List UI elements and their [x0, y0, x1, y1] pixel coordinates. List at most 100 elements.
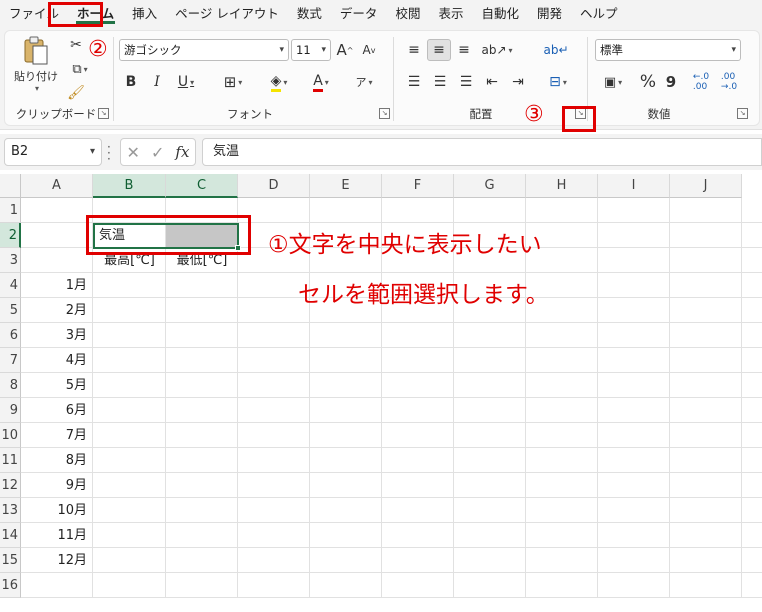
- orientation-button[interactable]: ab↗ ▾: [481, 39, 513, 61]
- percent-button[interactable]: %: [637, 71, 659, 93]
- format-painter-button[interactable]: 🖌: [65, 83, 87, 103]
- cut-button[interactable]: ✂: [65, 35, 87, 55]
- row-header-8[interactable]: 8: [0, 373, 21, 398]
- font-color-button[interactable]: A ▾: [305, 71, 337, 93]
- cancel-icon[interactable]: ✕: [127, 143, 140, 162]
- increase-indent-button[interactable]: ⇥: [507, 71, 529, 93]
- insert-function-icon[interactable]: fx: [175, 143, 189, 161]
- bold-button[interactable]: B: [121, 71, 141, 93]
- row-header-15[interactable]: 15: [0, 548, 21, 573]
- row-header-4[interactable]: 4: [0, 273, 21, 298]
- merge-center-button[interactable]: ⊟ ▾: [541, 71, 575, 93]
- cell-a14[interactable]: 11月: [21, 523, 93, 548]
- row-header-12[interactable]: 12: [0, 473, 21, 498]
- cell-a9[interactable]: 6月: [21, 398, 93, 423]
- number-dialog-launcher[interactable]: ↘: [737, 108, 748, 119]
- row-header-3[interactable]: 3: [0, 248, 21, 273]
- group-separator: [113, 37, 114, 121]
- cell-a12[interactable]: 9月: [21, 473, 93, 498]
- menu-view[interactable]: 表示: [429, 0, 472, 28]
- cell-a10[interactable]: 7月: [21, 423, 93, 448]
- decrease-indent-button[interactable]: ⇤: [481, 71, 503, 93]
- column-header-b[interactable]: B: [93, 174, 166, 198]
- align-bottom-button[interactable]: ≡: [453, 39, 475, 61]
- font-size-value: 11: [296, 43, 311, 57]
- column-header-c[interactable]: C: [166, 174, 238, 198]
- menu-formulas[interactable]: 数式: [288, 0, 331, 28]
- grid-row-line: [21, 397, 762, 398]
- underline-button[interactable]: U ▾: [171, 71, 201, 93]
- align-center-button[interactable]: ☰: [429, 71, 451, 93]
- comma-style-button[interactable]: 9: [661, 71, 681, 93]
- decrease-decimal-button[interactable]: .00 →.0: [717, 71, 741, 93]
- row-header-9[interactable]: 9: [0, 398, 21, 423]
- cell-a6[interactable]: 3月: [21, 323, 93, 348]
- column-header-f[interactable]: F: [382, 174, 454, 198]
- column-header-j[interactable]: J: [670, 174, 742, 198]
- column-header-i[interactable]: I: [598, 174, 670, 198]
- row-header-11[interactable]: 11: [0, 448, 21, 473]
- cell-a15[interactable]: 12月: [21, 548, 93, 573]
- row-header-14[interactable]: 14: [0, 523, 21, 548]
- row-header-10[interactable]: 10: [0, 423, 21, 448]
- chevron-down-icon: ▾: [238, 77, 243, 87]
- number-format-select[interactable]: 標準 ▾: [595, 39, 741, 61]
- currency-button[interactable]: ▣ ▾: [597, 71, 629, 93]
- row-header-2[interactable]: 2: [0, 223, 21, 248]
- name-box[interactable]: B2 ▾: [4, 138, 102, 166]
- cell-a5[interactable]: 2月: [21, 298, 93, 323]
- currency-icon: ▣: [603, 74, 617, 90]
- column-header-d[interactable]: D: [238, 174, 310, 198]
- align-middle-button[interactable]: ≡: [427, 39, 451, 61]
- borders-icon: ⊞: [223, 73, 237, 91]
- menu-page-layout[interactable]: ページ レイアウト: [166, 0, 288, 28]
- formula-input[interactable]: 気温: [202, 138, 762, 166]
- fill-color-button[interactable]: ◈ ▾: [263, 71, 295, 93]
- increase-decimal-button[interactable]: ←.0.00: [689, 71, 713, 93]
- grow-font-button[interactable]: A ^: [335, 39, 355, 61]
- align-right-button[interactable]: ☰: [455, 71, 477, 93]
- row-header-1[interactable]: 1: [0, 198, 21, 223]
- column-header-g[interactable]: G: [454, 174, 526, 198]
- clipboard-dialog-launcher[interactable]: ↘: [98, 108, 109, 119]
- row-header-5[interactable]: 5: [0, 298, 21, 323]
- menu-automate[interactable]: 自動化: [472, 0, 528, 28]
- row-header-6[interactable]: 6: [0, 323, 21, 348]
- select-all-corner[interactable]: [0, 174, 21, 198]
- borders-button[interactable]: ⊞ ▾: [217, 71, 249, 93]
- menu-data[interactable]: データ: [331, 0, 387, 28]
- font-size-select[interactable]: 11 ▾: [291, 39, 331, 61]
- row-header-16[interactable]: 16: [0, 573, 21, 598]
- comma-icon: 9: [665, 73, 677, 91]
- merge-center-icon: ⊟: [549, 74, 561, 90]
- cell-a8[interactable]: 5月: [21, 373, 93, 398]
- row-header-13[interactable]: 13: [0, 498, 21, 523]
- ribbon: 貼り付け ▾ ✂ ⧉ ▾ 🖌 クリップボード ↘ 游ゴシック ▾ 11 ▾ A ^ …: [0, 28, 762, 130]
- cell-a4[interactable]: 1月: [21, 273, 93, 298]
- column-header-h[interactable]: H: [526, 174, 598, 198]
- row-header-7[interactable]: 7: [0, 348, 21, 373]
- grid-row-line: [21, 372, 762, 373]
- shrink-font-button[interactable]: Av: [359, 39, 379, 61]
- phonetic-button[interactable]: ア ▾: [349, 71, 379, 93]
- italic-button[interactable]: I: [147, 71, 167, 93]
- wrap-text-button[interactable]: ab↵: [543, 39, 569, 61]
- font-name-select[interactable]: 游ゴシック ▾: [119, 39, 289, 61]
- column-header-a[interactable]: A: [21, 174, 93, 198]
- menu-help[interactable]: ヘルプ: [571, 0, 627, 28]
- confirm-icon[interactable]: ✓: [151, 143, 164, 162]
- more-options-icon[interactable]: · · ·: [107, 141, 111, 165]
- column-header-e[interactable]: E: [310, 174, 382, 198]
- cell-a7[interactable]: 4月: [21, 348, 93, 373]
- number-group-label: 数値: [647, 107, 671, 121]
- menu-developer[interactable]: 開発: [528, 0, 571, 28]
- increase-indent-icon: ⇥: [512, 74, 524, 90]
- font-dialog-launcher[interactable]: ↘: [379, 108, 390, 119]
- align-left-button[interactable]: ☰: [403, 71, 425, 93]
- align-top-button[interactable]: ≡: [403, 39, 425, 61]
- menu-insert[interactable]: 挿入: [123, 0, 166, 28]
- paste-button[interactable]: 貼り付け ▾: [13, 35, 59, 93]
- cell-a11[interactable]: 8月: [21, 448, 93, 473]
- cell-a13[interactable]: 10月: [21, 498, 93, 523]
- menu-review[interactable]: 校閲: [386, 0, 429, 28]
